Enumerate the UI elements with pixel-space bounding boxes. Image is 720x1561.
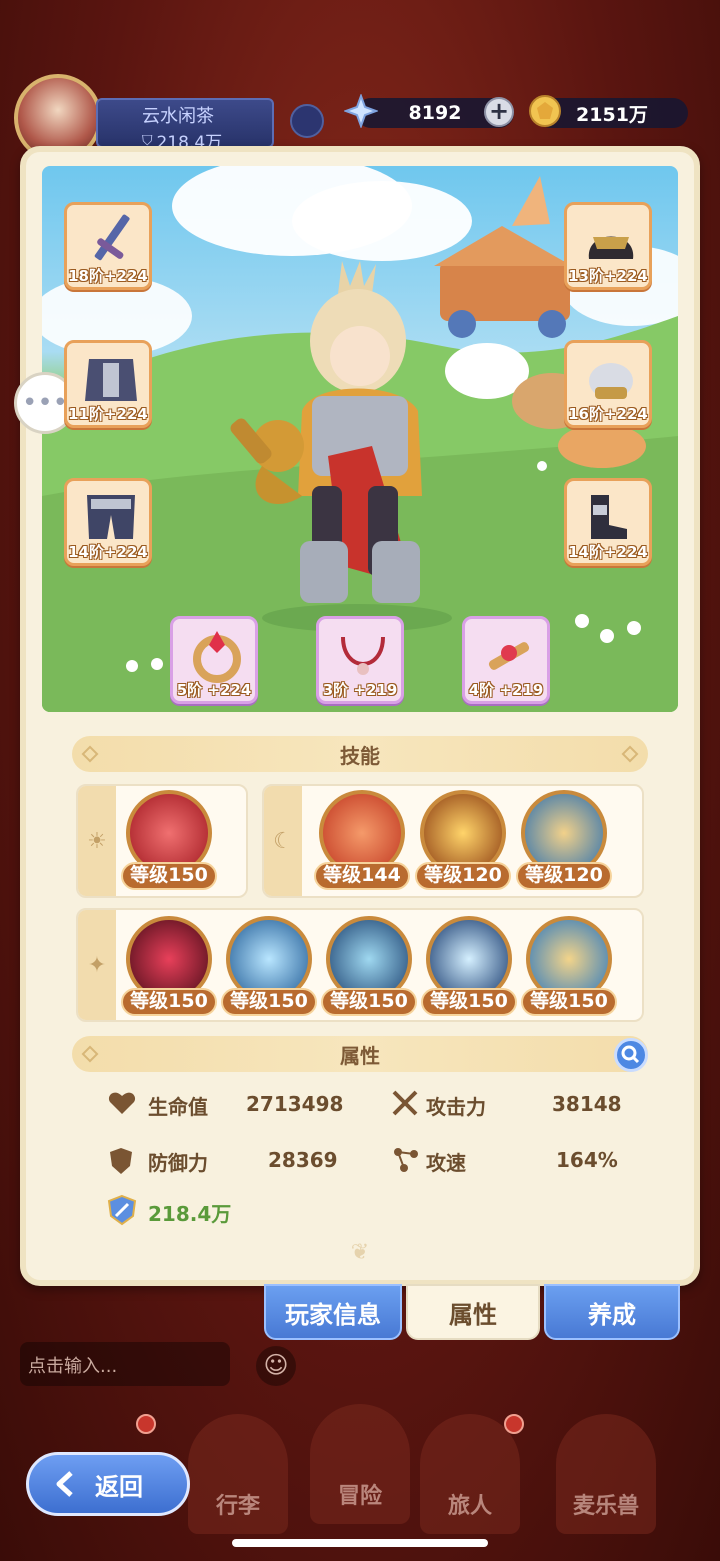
- nav-luggage-label: 行李: [215, 1494, 260, 1519]
- attribute-detail-search-button[interactable]: [614, 1038, 648, 1072]
- skill-level-badge: 等级150: [121, 862, 217, 890]
- attack-speed-icon: [394, 1148, 418, 1172]
- equip-slot-necklace[interactable]: 3阶 +219: [316, 616, 404, 704]
- equip-slot-amulet[interactable]: 4阶 +219: [462, 616, 550, 704]
- crystal-amount: 8192: [408, 102, 462, 124]
- nav-traveler[interactable]: 旅人: [420, 1414, 520, 1534]
- nav-luggage[interactable]: 行李: [188, 1414, 288, 1534]
- atk-label: 攻击力: [426, 1095, 486, 1119]
- player-name-plate[interactable]: 云水闲茶 ⛉ 218.4万: [96, 98, 274, 153]
- nav-mailer-label: 麦乐兽: [572, 1494, 639, 1519]
- equip-slot-legs[interactable]: 14阶+224: [64, 478, 152, 566]
- notification-dot: [136, 1414, 156, 1434]
- skill-level-badge: 等级150: [321, 988, 417, 1016]
- def-value: 28369: [268, 1148, 338, 1172]
- nav-adventure[interactable]: 冒险: [310, 1404, 410, 1524]
- skill-level-badge: 等级150: [121, 988, 217, 1016]
- equip-slot-boots[interactable]: 14阶+224: [564, 478, 652, 566]
- skill-level-badge: 等级120: [415, 862, 511, 890]
- search-icon: [621, 1045, 640, 1064]
- equip-slot-helmet[interactable]: 13阶+224: [564, 202, 652, 290]
- tab-attributes[interactable]: 属性: [406, 1284, 540, 1340]
- back-label: 返回: [95, 1472, 143, 1501]
- equip-level-ring: 5阶 +224: [176, 681, 252, 699]
- notification-dot: [504, 1414, 524, 1434]
- emoji-button[interactable]: ☺: [256, 1346, 296, 1386]
- equip-level-gloves: 16阶+224: [568, 405, 648, 423]
- def-label: 防御力: [148, 1151, 208, 1175]
- gold-amount: 2151万: [576, 103, 648, 126]
- hp-label: 生命值: [148, 1095, 208, 1119]
- equip-level-helmet: 13阶+224: [568, 267, 648, 285]
- skill-level-badge: 等级120: [516, 862, 612, 890]
- attributes-title: 属性: [340, 1043, 380, 1068]
- tab-develop[interactable]: 养成: [544, 1284, 680, 1340]
- shield-icon: [110, 1148, 132, 1174]
- diamond-ornament-icon: [81, 745, 99, 763]
- equip-level-legs: 14阶+224: [68, 543, 148, 561]
- equip-slot-gloves[interactable]: 16阶+224: [564, 340, 652, 428]
- equip-slot-chest[interactable]: 11阶+224: [64, 340, 152, 428]
- equip-slot-weapon[interactable]: 18阶+224: [64, 202, 152, 290]
- nav-mailer[interactable]: 麦乐兽: [556, 1414, 656, 1534]
- equip-level-amulet: 4阶 +219: [468, 681, 544, 699]
- tab-player-info[interactable]: 玩家信息: [264, 1284, 402, 1340]
- guild-icon[interactable]: [290, 104, 324, 138]
- skill-level-badge: 等级144: [314, 862, 410, 890]
- equip-level-chest: 11阶+224: [68, 405, 148, 423]
- diamond-ornament-icon: [621, 745, 639, 763]
- back-arrow-icon: [56, 1471, 73, 1497]
- crystal-icon: [344, 94, 378, 128]
- star-icon: ✦: [78, 910, 116, 1020]
- back-button[interactable]: 返回: [26, 1452, 190, 1516]
- hp-value: 2713498: [246, 1092, 344, 1116]
- crossed-swords-icon: [392, 1090, 418, 1116]
- nav-adventure-label: 冒险: [337, 1484, 382, 1509]
- spd-value: 164%: [556, 1148, 618, 1172]
- skills-section-header: 技能: [72, 736, 648, 772]
- equip-level-necklace: 3阶 +219: [322, 681, 398, 699]
- equip-level-boots: 14阶+224: [568, 543, 648, 561]
- add-crystal-button[interactable]: +: [484, 97, 514, 127]
- diamond-ornament-icon: [81, 1045, 99, 1063]
- skill-level-badge: 等级150: [521, 988, 617, 1016]
- home-indicator[interactable]: [232, 1539, 488, 1547]
- nav-traveler-label: 旅人: [447, 1494, 492, 1519]
- sun-icon: ☀: [78, 786, 116, 896]
- attributes-section-header: 属性: [72, 1036, 648, 1072]
- skill-level-badge: 等级150: [221, 988, 317, 1016]
- equip-slot-ring[interactable]: 5阶 +224: [170, 616, 258, 704]
- gold-coin-icon: [529, 95, 561, 127]
- total-power-value: 218.4万: [148, 1202, 232, 1226]
- equip-level-weapon: 18阶+224: [68, 267, 148, 285]
- panel-ornament-icon: ❦: [350, 1240, 370, 1265]
- chat-input[interactable]: 点击输入...: [20, 1342, 230, 1386]
- spd-label: 攻速: [426, 1151, 466, 1175]
- chat-icon: •••: [21, 388, 68, 418]
- player-name: 云水闲茶: [142, 106, 214, 127]
- skills-title: 技能: [340, 743, 380, 768]
- moon-icon: ☾: [264, 786, 302, 896]
- atk-value: 38148: [552, 1092, 622, 1116]
- skill-level-badge: 等级150: [421, 988, 517, 1016]
- power-badge-icon: [107, 1194, 137, 1226]
- heart-icon: [108, 1092, 136, 1114]
